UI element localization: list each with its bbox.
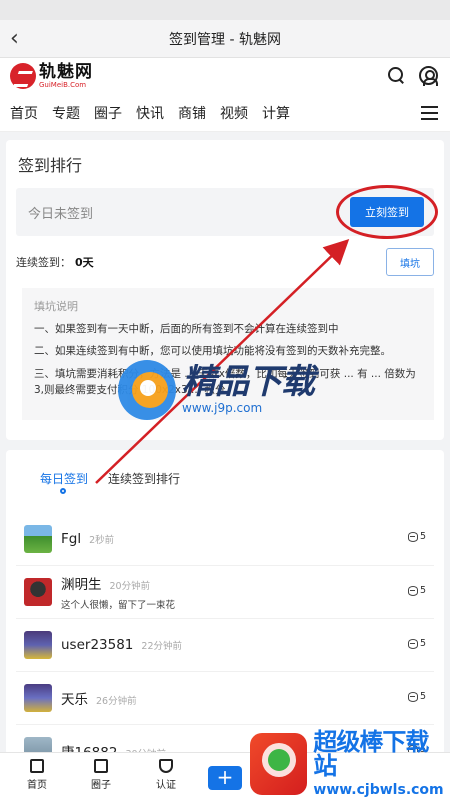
coin-count: 5: [419, 638, 426, 649]
user-name: 天乐: [61, 692, 88, 708]
coin-reward: 5: [407, 585, 426, 596]
watermark-text: 精品下载: [182, 362, 315, 402]
user-name: user23581: [61, 637, 134, 653]
coins-icon: [407, 691, 418, 702]
coins-icon: [407, 638, 418, 649]
search-icon[interactable]: [387, 66, 405, 84]
watermark-url: www.cjbwls.com: [313, 782, 444, 798]
coins-icon: [407, 585, 418, 596]
list-item[interactable]: 渊明生 20分钟前 这个人很懒，留下了一束花 5: [16, 565, 434, 618]
nav-item-calculate[interactable]: 计算: [262, 103, 290, 123]
bottom-tab-label: 圈子: [91, 780, 111, 791]
nav-item-videos[interactable]: 视频: [220, 103, 248, 123]
nav-item-home[interactable]: 首页: [10, 103, 38, 123]
records-card: 每日签到 连续签到排行 Fgl 2秒前 5 渊明生 20分钟前 这个人很懒，留下…: [6, 450, 444, 765]
tab-daily-checkin[interactable]: 每日签到: [40, 470, 89, 494]
nav-item-circles[interactable]: 圈子: [94, 103, 122, 123]
tab-label: 每日签到: [40, 471, 89, 486]
create-post-button[interactable]: +: [208, 766, 242, 790]
note-line: 二、如果连续签到有中断，您可以使用填坑功能将没有签到的天数补充完整。: [34, 345, 391, 358]
bottom-tab-circles[interactable]: 圈子: [81, 759, 121, 791]
nav-item-topics[interactable]: 专题: [52, 103, 80, 123]
avatar: [24, 631, 52, 659]
coins-icon: [407, 531, 418, 542]
bottom-tab-home[interactable]: 首页: [17, 759, 57, 791]
list-item[interactable]: user23581 22分钟前 5: [16, 618, 434, 671]
logo-name: 轨魅网: [39, 61, 93, 82]
checkin-time: 20分钟前: [109, 581, 151, 592]
nav-item-news[interactable]: 快讯: [136, 103, 164, 123]
checkin-panel: 今日未签到 立刻签到: [16, 185, 438, 239]
streak-label: 连续签到：: [16, 256, 71, 269]
logo-domain: GuiMeiB.Com: [39, 80, 87, 89]
coin-reward: 5: [407, 691, 426, 702]
watermark-text: 超级棒下载站: [313, 728, 429, 780]
title-bar: ‹ 签到管理 - 轨魅网: [0, 20, 450, 58]
fill-button[interactable]: 填坑: [386, 248, 434, 276]
checkin-time: 26分钟前: [96, 696, 137, 707]
coin-count: 5: [419, 691, 426, 702]
checkin-status: 今日未签到: [28, 206, 94, 222]
watermark-center: 精品下载 www.j9p.com: [118, 360, 315, 420]
coin-reward: 5: [407, 638, 426, 649]
avatar: [24, 524, 52, 553]
logo-mark-icon: [10, 63, 36, 89]
records-tabs: 每日签到 连续签到排行: [16, 450, 434, 494]
highlight-ellipse: [336, 185, 438, 239]
streak-row: 连续签到： 0天 填坑: [16, 248, 434, 276]
watermark-logo-icon: [250, 733, 308, 795]
coin-count: 5: [419, 585, 426, 596]
note-line: 一、如果签到有一天中断，后面的所有签到不会计算在连续签到中: [34, 323, 339, 335]
list-item[interactable]: 天乐 26分钟前 5: [16, 671, 434, 724]
shield-icon: [159, 759, 173, 773]
coin-count: 5: [419, 531, 426, 542]
watermark-logo-icon: [118, 360, 176, 420]
page-title: 签到管理 - 轨魅网: [169, 31, 281, 48]
streak-value: 0天: [75, 256, 94, 269]
site-logo[interactable]: 轨魅网 GuiMeiB.Com: [10, 63, 93, 89]
avatar: [24, 578, 52, 606]
user-icon[interactable]: [419, 66, 438, 86]
avatar: [24, 684, 52, 712]
bookmark-icon: [94, 759, 108, 773]
watermark-corner: 超级棒下载站 www.cjbwls.com: [250, 730, 450, 798]
checkin-time: 22分钟前: [141, 641, 182, 652]
chevron-left-icon[interactable]: ‹: [10, 26, 19, 51]
active-tab-indicator: [60, 487, 66, 494]
home-icon: [30, 759, 44, 773]
main-nav: 首页 专题 圈子 快讯 商铺 视频 计算: [0, 94, 450, 132]
bottom-tab-label: 首页: [27, 780, 47, 791]
user-name: Fgl: [61, 530, 82, 547]
watermark-url: www.j9p.com: [182, 401, 263, 415]
section-title: 签到排行: [18, 156, 83, 175]
checkin-time: 2秒前: [89, 534, 115, 546]
bottom-tab-verify[interactable]: 认证: [146, 759, 186, 791]
list-item[interactable]: Fgl 2秒前 5: [16, 512, 434, 565]
bottom-tab-label: 认证: [156, 780, 176, 791]
tab-streak-ranking[interactable]: 连续签到排行: [108, 470, 180, 487]
site-header: 轨魅网 GuiMeiB.Com: [0, 58, 450, 94]
notes-title: 填坑说明: [34, 300, 78, 313]
user-name: 渊明生: [61, 577, 102, 593]
user-message: 这个人很懒，留下了一束花: [61, 600, 176, 611]
hamburger-icon[interactable]: [421, 106, 438, 120]
coin-reward: 5: [407, 531, 426, 542]
status-bar: [0, 0, 450, 20]
nav-item-shops[interactable]: 商铺: [178, 103, 206, 123]
